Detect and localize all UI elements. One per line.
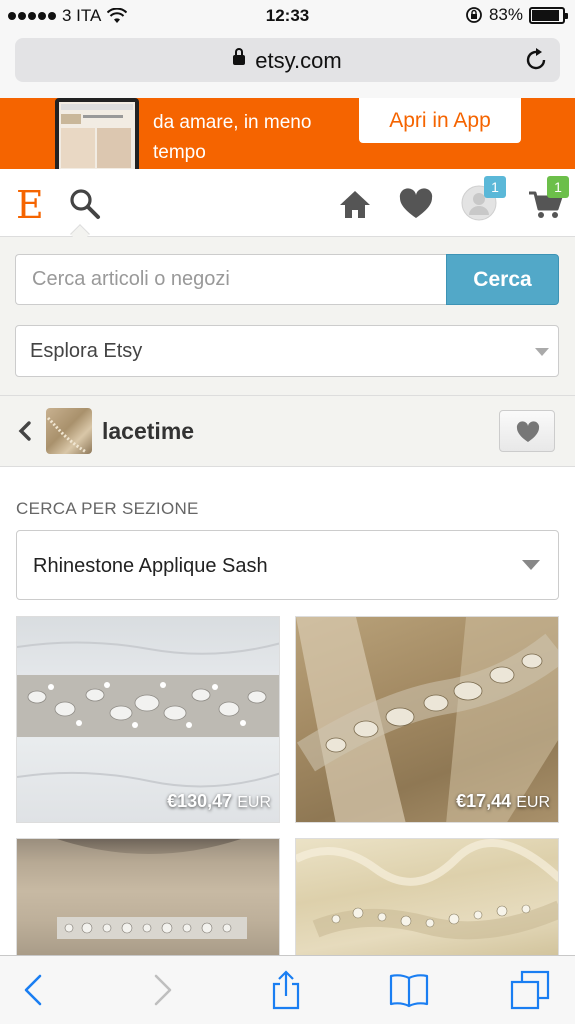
battery-percent: 83% — [488, 5, 523, 24]
status-bar: 3 ITA 12:33 83% — [0, 0, 575, 32]
battery-icon — [529, 6, 568, 24]
back-icon[interactable] — [16, 420, 34, 442]
url-display: etsy.com — [15, 48, 560, 74]
listing-price: €17,44 EUR — [456, 791, 550, 811]
notification-badge: 1 — [484, 176, 506, 198]
cart-badge: 1 — [547, 176, 569, 198]
heart-icon — [516, 421, 540, 442]
shop-avatar[interactable] — [46, 408, 92, 454]
listing-image — [296, 839, 558, 955]
rotation-lock-icon — [466, 7, 482, 23]
search-panel: Cerca articoli o negozi Cerca Esplora Et… — [0, 237, 575, 395]
section-dropdown[interactable]: Rhinestone Applique Sash — [16, 530, 559, 600]
address-bar[interactable]: etsy.com — [15, 38, 560, 82]
tabs-icon[interactable] — [510, 970, 550, 1010]
home-icon[interactable] — [336, 185, 374, 223]
listing-card[interactable] — [295, 838, 559, 955]
lock-icon — [233, 48, 246, 66]
listing-card[interactable] — [16, 838, 280, 955]
status-right: 83% — [465, 5, 568, 25]
browser-toolbar — [0, 955, 575, 1024]
back-icon[interactable] — [14, 970, 54, 1010]
listing-card[interactable]: €17,44 EUR — [295, 616, 559, 823]
bookmarks-icon[interactable] — [389, 970, 429, 1010]
url-text: etsy.com — [255, 48, 342, 73]
search-icon[interactable] — [68, 187, 102, 221]
explore-dropdown[interactable]: Esplora Etsy — [15, 325, 559, 377]
listing-image — [17, 839, 279, 955]
app-preview-image — [55, 98, 139, 169]
share-icon[interactable] — [266, 970, 306, 1010]
search-input[interactable]: Cerca articoli o negozi — [15, 254, 447, 305]
listing-card[interactable]: €130,47 EUR — [16, 616, 280, 823]
etsy-logo[interactable]: E — [16, 183, 44, 227]
section-filter-label: CERCA PER SEZIONE — [16, 499, 199, 518]
chevron-down-icon — [522, 560, 540, 570]
app-banner-text: da amare, in meno tempo — [153, 112, 312, 163]
search-button[interactable]: Cerca — [446, 254, 559, 305]
heart-icon[interactable] — [397, 185, 435, 223]
chevron-down-icon — [535, 348, 549, 356]
browser-chrome: etsy.com — [0, 32, 575, 98]
shop-header: lacetime — [0, 395, 575, 467]
shop-name[interactable]: lacetime — [102, 418, 194, 445]
open-in-app-button[interactable]: Apri in App — [359, 98, 521, 143]
forward-icon[interactable] — [142, 970, 182, 1010]
app-banner: da amare, in meno tempo Apri in App — [0, 98, 575, 169]
listing-price: €130,47 EUR — [167, 791, 271, 811]
section-selected: Rhinestone Applique Sash — [33, 555, 268, 577]
favorite-shop-button[interactable] — [499, 410, 555, 452]
explore-label: Esplora Etsy — [30, 340, 143, 362]
reload-icon[interactable] — [520, 44, 552, 76]
